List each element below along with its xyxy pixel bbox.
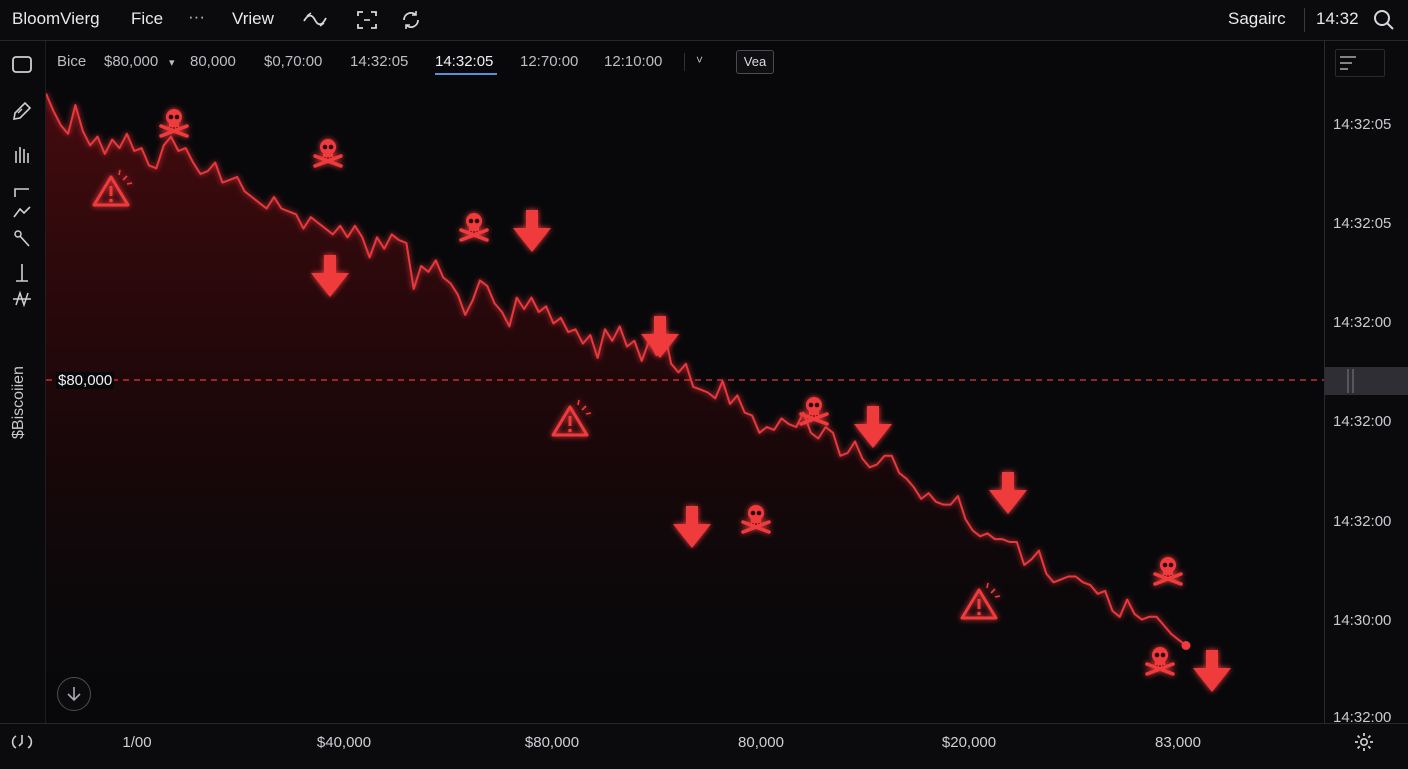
toolbar-price-select[interactable]: $80,000 [104,53,158,70]
volume-button[interactable]: Vea [736,50,774,74]
last-price-dot [1181,641,1191,650]
toolbar-item-4[interactable]: 14:32:05 [350,53,408,70]
x-axis-tick: $20,000 [941,734,997,751]
x-axis-tick: 83,000 [1155,734,1201,751]
vertical-line-icon[interactable] [10,261,34,285]
refresh-icon[interactable] [398,8,424,32]
menu-more[interactable]: ··· [188,7,205,27]
skull-marker [1153,555,1183,586]
y-axis-tick: 14:32:00 [1333,314,1392,331]
x-axis-tick: 80,000 [738,734,784,751]
user-name[interactable]: Sagairc [1228,9,1286,29]
toolbar-item-active[interactable]: 14:32:05 [435,53,493,70]
y-axis-tick: 14:32:00 [1333,513,1392,530]
x-axis-tick: 1/00 [122,734,152,751]
menu-icon [1340,56,1356,70]
chevron-down-icon[interactable]: ˅ [696,53,703,67]
settings-gear-icon[interactable] [1352,730,1376,754]
drawing-toolbar: $Biscoiien [0,41,46,726]
app-title: BloomVierg [12,9,100,28]
skull-marker [459,211,489,242]
timezone-icon[interactable] [10,730,34,754]
toolbar-symbol[interactable]: Bice [57,53,86,70]
search-icon[interactable] [1372,8,1396,32]
menu-file[interactable]: Fice [131,9,163,29]
toolbar-divider [684,53,685,71]
fib-tool-icon[interactable] [10,227,34,251]
toolbar-item-7[interactable]: 12:10:00 [604,53,662,70]
price-chart[interactable] [45,82,1324,722]
y-axis-panel[interactable]: 14:32:05 14:32:05 14:32:00 14:32:00 14:3… [1324,41,1408,726]
x-axis-tick: $40,000 [316,734,372,751]
down-arrow-marker [513,210,551,252]
x-axis-tick: $80,000 [524,734,580,751]
price-level-marker[interactable] [1325,367,1408,395]
axis-menu-button[interactable] [1335,49,1385,77]
down-arrow-marker [1193,650,1231,692]
chart-area-fill [46,93,1186,722]
active-tab-underline [435,73,497,75]
title-bar: BloomVierg Fice ··· Vriew Sagairc 14:32 [0,0,1408,41]
menu-view[interactable]: Vriew [232,9,274,29]
down-arrow-marker [989,472,1027,514]
down-arrow-marker [854,406,892,448]
toolbar-item-6[interactable]: 12:70:00 [520,53,578,70]
cursor-box-icon[interactable] [10,53,34,77]
skull-marker [313,137,343,168]
pattern-tool-icon[interactable] [10,287,34,311]
clock: 14:32 [1316,9,1359,28]
topbar-divider [1304,8,1305,32]
brush-icon[interactable] [10,99,34,123]
chart-toolbar: Bice $80,000 ▾ 80,000 $0,70:00 14:32:05 … [46,41,1324,81]
x-axis-bar[interactable]: 1/00 $40,000 $80,000 80,000 $20,000 83,0… [0,723,1408,769]
toolbar-item-2[interactable]: 80,000 [190,53,236,70]
y-axis-tick: 14:32:05 [1333,215,1392,232]
toolbar-item-3[interactable]: $0,70:00 [264,53,322,70]
fullscreen-icon[interactable] [354,8,380,32]
bars-icon[interactable] [10,143,34,167]
y-axis-tick: 14:32:05 [1333,116,1392,133]
y-axis-tick: 14:32:00 [1333,413,1392,430]
reference-price-label: $80,000 [56,372,115,389]
arrow-down-icon [67,687,81,702]
compare-icon[interactable] [302,8,328,32]
chart-canvas[interactable] [45,82,1324,722]
line-tool-icon[interactable] [10,177,34,201]
skull-marker [159,107,189,138]
scroll-to-latest-button[interactable] [57,677,91,711]
trend-tool-icon[interactable] [10,199,34,223]
y-axis-tick: 14:30:00 [1333,612,1392,629]
symbol-vertical-label: $Biscoiien [10,366,27,440]
caret-down-icon[interactable]: ▾ [169,56,175,69]
